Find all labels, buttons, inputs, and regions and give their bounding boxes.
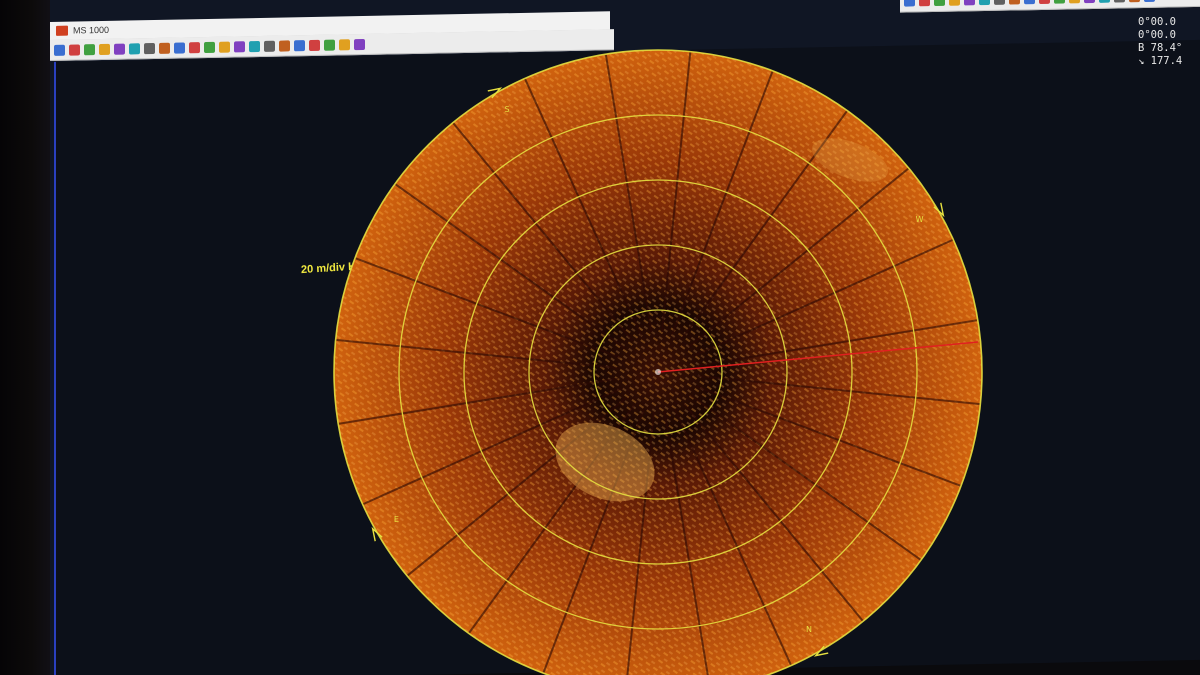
sonar-rings: S W N E xyxy=(333,49,983,675)
sonar-image[interactable]: S W N E xyxy=(0,0,1200,675)
center-point xyxy=(655,369,661,375)
compass-label: N xyxy=(806,625,812,634)
compass-label: E xyxy=(394,515,399,524)
sonar-texture xyxy=(334,50,982,675)
readout-line: 0°00.0 xyxy=(1138,29,1176,41)
readout-line: ↘ 177.4 xyxy=(1138,55,1183,67)
readout-line: B 78.4° xyxy=(1138,42,1183,54)
monitor-screen: MS 1000 20 m/div Head #1 SWNE 0°00.0 0°00 xyxy=(0,0,1200,675)
compass-label: W xyxy=(916,215,924,224)
compass-label: S xyxy=(504,105,509,114)
readout-line: 0°00.0 xyxy=(1138,16,1176,28)
position-readout: 0°00.0 0°00.0 B 78.4° ↘ 177.4 xyxy=(1138,16,1200,68)
